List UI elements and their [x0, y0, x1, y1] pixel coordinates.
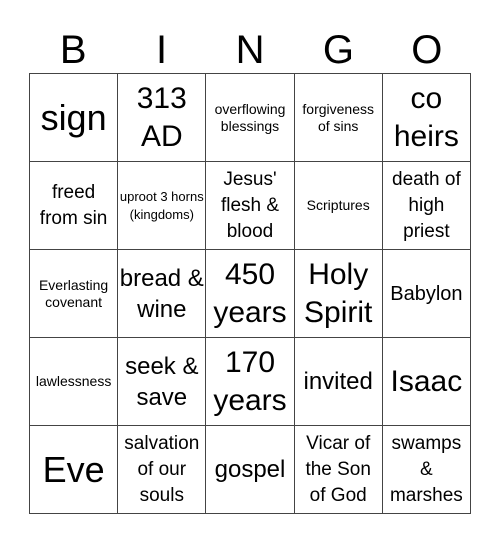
bingo-header: B I N G O: [29, 26, 471, 76]
bingo-cell-text: Vicar of the Son of God: [305, 432, 371, 506]
bingo-cell-text: overflowing blessings: [214, 100, 286, 134]
header-letter-n: N: [235, 28, 265, 72]
bingo-cell-text: Holy Spirit: [304, 257, 373, 329]
bingo-cell[interactable]: forgiveness of sins: [294, 74, 383, 162]
bingo-cell-text: lawlessness: [35, 373, 112, 389]
bingo-cell-text: Everlasting covenant: [38, 276, 109, 310]
bingo-cell-text: seek & save: [125, 352, 199, 411]
bingo-cell-text: Babylon: [390, 282, 463, 305]
bingo-cell[interactable]: salvation of our souls: [118, 426, 207, 514]
bingo-cell-text: 313 AD: [136, 81, 187, 153]
bingo-cell[interactable]: 313 AD: [118, 74, 207, 162]
bingo-cell-text: sign: [40, 96, 107, 138]
bingo-cell-text: 450 years: [213, 257, 287, 329]
bingo-cell-text: invited: [303, 368, 373, 395]
bingo-cell[interactable]: Vicar of the Son of God: [294, 426, 383, 514]
bingo-cell-text: Isaac: [390, 364, 463, 398]
bingo-cell-text: Eve: [42, 448, 105, 490]
bingo-cell[interactable]: overflowing blessings: [206, 74, 295, 162]
bingo-cell[interactable]: gospel: [206, 426, 295, 514]
bingo-cell[interactable]: Scriptures: [294, 162, 383, 250]
bingo-cell-text: uproot 3 horns (kingdoms): [119, 188, 204, 222]
bingo-cell[interactable]: Eve: [30, 426, 119, 514]
bingo-cell-text: swamps & marshes: [389, 432, 463, 506]
header-letter-b: B: [59, 28, 87, 72]
bingo-cell[interactable]: lawlessness: [30, 338, 119, 426]
bingo-cell[interactable]: 450 years: [206, 250, 295, 338]
bingo-cell[interactable]: seek & save: [118, 338, 207, 426]
bingo-cell[interactable]: invited: [294, 338, 383, 426]
bingo-cell-text: co heirs: [393, 81, 459, 153]
bingo-grid: sign 313 AD overflowing blessings forgivene…: [29, 73, 471, 514]
header-letter-g: G: [322, 28, 354, 72]
bingo-cell[interactable]: Isaac: [382, 338, 471, 426]
bingo-cell[interactable]: Babylon: [382, 250, 471, 338]
bingo-cell[interactable]: Holy Spirit: [294, 250, 383, 338]
bingo-cell[interactable]: uproot 3 horns (kingdoms): [118, 162, 207, 250]
bingo-cell[interactable]: co heirs: [382, 74, 471, 162]
bingo-cell-text: salvation of our souls: [124, 432, 200, 506]
header-letter-i: I: [156, 28, 168, 72]
bingo-cell[interactable]: Everlasting covenant: [30, 250, 119, 338]
bingo-cell-text: forgiveness of sins: [302, 100, 374, 134]
header-letter-o: O: [411, 28, 443, 72]
bingo-cell[interactable]: freed from sin: [30, 162, 119, 250]
bingo-cell-text: death of high priest: [392, 168, 461, 242]
bingo-cell-text: bread & wine: [119, 264, 204, 323]
bingo-cell[interactable]: swamps & marshes: [382, 426, 471, 514]
bingo-cell-text: Scriptures: [306, 197, 370, 213]
bingo-cell[interactable]: Jesus' flesh & blood: [206, 162, 295, 250]
bingo-cell-text: Jesus' flesh & blood: [220, 168, 280, 242]
bingo-cell-text: gospel: [214, 456, 286, 483]
bingo-cell[interactable]: death of high priest: [382, 162, 471, 250]
bingo-cell-text: 170 years: [213, 345, 287, 417]
bingo-cell[interactable]: 170 years: [206, 338, 295, 426]
bingo-cell[interactable]: sign: [30, 74, 119, 162]
bingo-cell-text: freed from sin: [39, 181, 108, 229]
bingo-cell[interactable]: bread & wine: [118, 250, 207, 338]
